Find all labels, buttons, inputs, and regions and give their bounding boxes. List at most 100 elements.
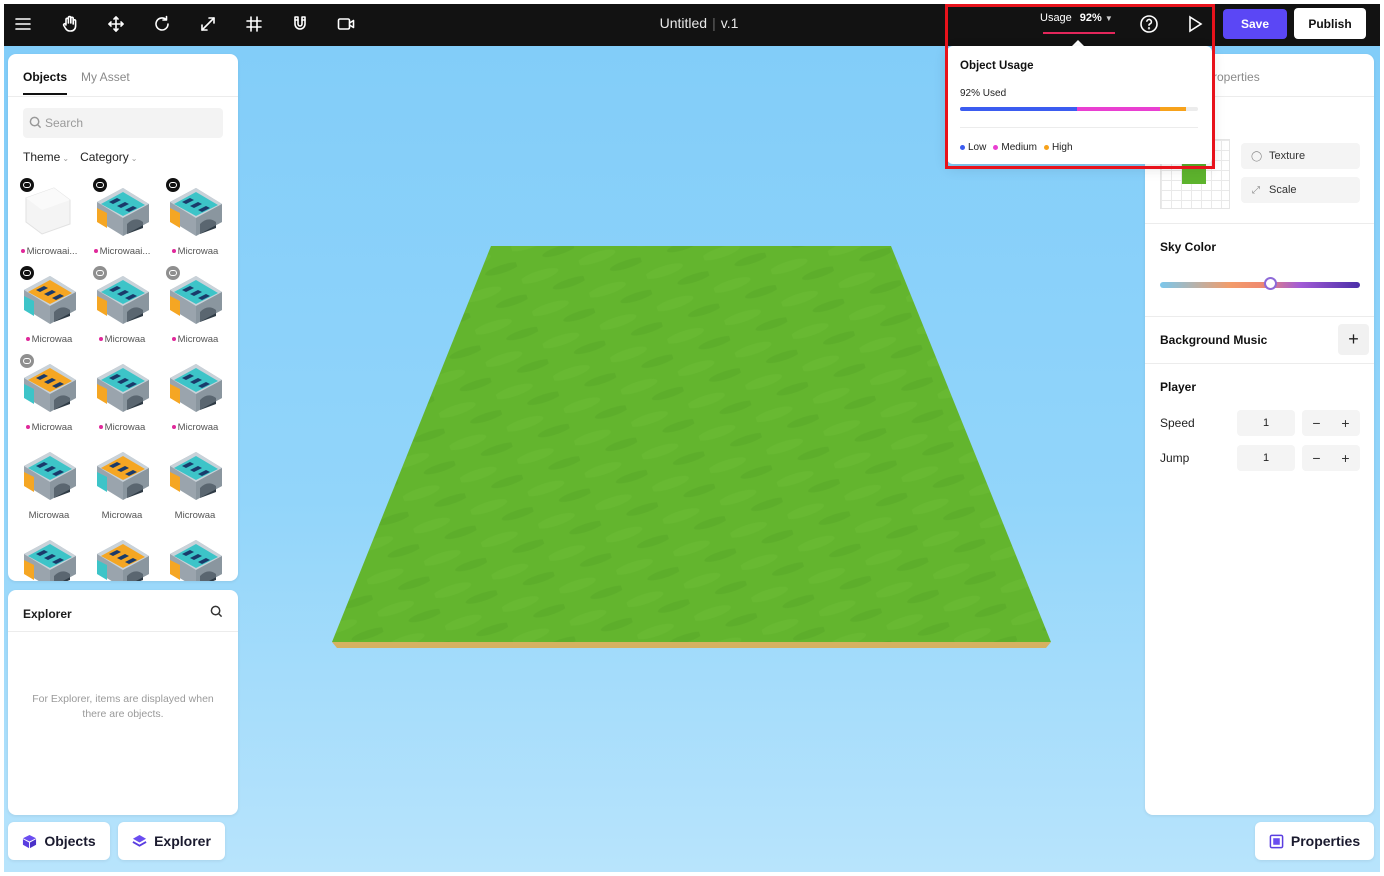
- search-input[interactable]: [23, 108, 223, 138]
- usage-dropdown[interactable]: Usage 92% ▼: [1040, 12, 1113, 24]
- asset-label: Microwaa: [14, 510, 84, 521]
- asset-label: Microwaa: [87, 422, 157, 433]
- asset-label-text: Microwaai...: [26, 246, 78, 257]
- usage-legend: Low Medium High: [960, 142, 1073, 153]
- asset-item[interactable]: Microwaa: [160, 354, 230, 440]
- asset-badge-icon: [20, 178, 34, 192]
- asset-label-text: Microwaa: [174, 510, 216, 521]
- sky-color-slider[interactable]: [1160, 282, 1360, 288]
- asset-item[interactable]: [87, 530, 157, 581]
- asset-item[interactable]: Microwaa: [160, 266, 230, 352]
- new-dot-indicator: [171, 425, 176, 430]
- usage-value: 92%: [1079, 12, 1102, 24]
- search-icon[interactable]: [210, 605, 224, 619]
- add-music-button[interactable]: +: [1338, 324, 1369, 355]
- asset-thumbnail: [87, 354, 157, 418]
- legend-label: Medium: [1001, 142, 1037, 153]
- divider: [1145, 363, 1374, 364]
- theme-filter[interactable]: Theme ⌄: [23, 150, 69, 164]
- hamburger-menu-icon[interactable]: [10, 11, 36, 37]
- tab-objects[interactable]: Objects: [23, 70, 68, 95]
- asset-item[interactable]: Microwaa: [87, 442, 157, 528]
- scale-button[interactable]: ⤢ Scale: [1241, 177, 1360, 203]
- objects-toggle-button[interactable]: Objects: [8, 822, 110, 860]
- asset-thumbnail: [160, 354, 230, 418]
- scale-diagonal-icon: ⤢: [1252, 184, 1260, 196]
- category-filter[interactable]: Category ⌄: [80, 150, 137, 164]
- asset-label: Microwaa: [14, 334, 84, 345]
- frame-select-icon: [1269, 834, 1284, 848]
- asset-item[interactable]: Microwaa: [87, 354, 157, 440]
- magnet-icon[interactable]: [287, 11, 313, 37]
- theme-filter-label: Theme: [23, 150, 61, 164]
- document-name: Untitled: [659, 15, 708, 31]
- asset-item[interactable]: Microwaa: [14, 266, 84, 352]
- asset-item[interactable]: [160, 530, 230, 581]
- save-button[interactable]: Save: [1223, 9, 1287, 39]
- new-dot-indicator: [171, 249, 176, 254]
- plus-icon[interactable]: +: [1336, 450, 1356, 466]
- tab-properties[interactable]: roperties: [1213, 70, 1260, 84]
- asset-thumbnail: [14, 442, 84, 506]
- sky-color-slider-handle[interactable]: [1264, 277, 1277, 290]
- plus-icon[interactable]: +: [1336, 415, 1356, 431]
- asset-label: Microwaa: [160, 246, 230, 257]
- scale-label: Scale: [1269, 184, 1297, 196]
- minus-icon[interactable]: −: [1307, 415, 1327, 431]
- player-title: Player: [1160, 380, 1197, 394]
- rotate-icon[interactable]: [149, 11, 175, 37]
- minus-icon[interactable]: −: [1307, 450, 1327, 466]
- texture-label: Texture: [1269, 150, 1306, 162]
- asset-item[interactable]: Microwaa: [160, 442, 230, 528]
- asset-item[interactable]: Microwaa: [14, 442, 84, 528]
- asset-label: Microwaai...: [14, 246, 84, 257]
- asset-item[interactable]: Microwaai...: [14, 178, 84, 264]
- usage-progress-bar: [960, 107, 1198, 111]
- explorer-toggle-label: Explorer: [154, 833, 211, 849]
- background-music-title: Background Music: [1160, 333, 1268, 347]
- jump-input[interactable]: [1237, 445, 1295, 471]
- asset-item[interactable]: Microwaa: [160, 178, 230, 264]
- explorer-toggle-button[interactable]: Explorer: [118, 822, 225, 860]
- top-toolbar: Untitled | v.1 Usage 92% ▼ Save Publish: [4, 4, 1380, 46]
- tab-my-asset[interactable]: My Asset: [81, 70, 130, 95]
- asset-thumbnail: [160, 442, 230, 506]
- properties-toggle-label: Properties: [1290, 833, 1361, 849]
- asset-item[interactable]: [14, 530, 84, 581]
- asset-item[interactable]: Microwaai...: [87, 178, 157, 264]
- asset-filters: Theme ⌄ Category ⌄: [23, 150, 137, 164]
- scale-diagonal-icon[interactable]: [195, 11, 221, 37]
- legend-item-low: Low: [960, 142, 986, 153]
- divider: [1145, 316, 1374, 317]
- play-icon[interactable]: [1184, 13, 1206, 35]
- video-camera-icon[interactable]: [333, 11, 359, 37]
- asset-thumbnail: [87, 530, 157, 581]
- document-title[interactable]: Untitled | v.1: [604, 15, 794, 31]
- legend-item-high: High: [1043, 142, 1073, 153]
- usage-indicator-bar: [1043, 32, 1115, 34]
- asset-badge-icon: [20, 354, 34, 368]
- asset-label-text: Microwaa: [101, 510, 143, 521]
- texture-button[interactable]: ◯ Texture: [1241, 143, 1360, 169]
- asset-item[interactable]: Microwaa: [14, 354, 84, 440]
- move-arrows-icon[interactable]: [103, 11, 129, 37]
- publish-button[interactable]: Publish: [1294, 8, 1366, 39]
- search-icon: [29, 116, 43, 130]
- new-dot-indicator: [20, 249, 25, 254]
- legend-dot: [1043, 145, 1049, 150]
- speed-stepper: − +: [1302, 410, 1360, 436]
- asset-badge-icon: [93, 266, 107, 280]
- asset-badge-icon: [93, 178, 107, 192]
- properties-panel: roperties ◯ Texture ⤢ Scale Sky Color Ba…: [1145, 54, 1374, 815]
- divider: [8, 96, 238, 97]
- grid-hash-icon[interactable]: [241, 11, 267, 37]
- new-dot-indicator: [25, 337, 30, 342]
- speed-input[interactable]: [1237, 410, 1295, 436]
- asset-label: Microwaa: [14, 422, 84, 433]
- object-usage-title: Object Usage: [960, 60, 1034, 72]
- asset-item[interactable]: Microwaa: [87, 266, 157, 352]
- properties-toggle-button[interactable]: Properties: [1255, 822, 1374, 860]
- hand-pan-icon[interactable]: [57, 11, 83, 37]
- new-dot-indicator: [25, 425, 30, 430]
- help-icon[interactable]: [1138, 13, 1160, 35]
